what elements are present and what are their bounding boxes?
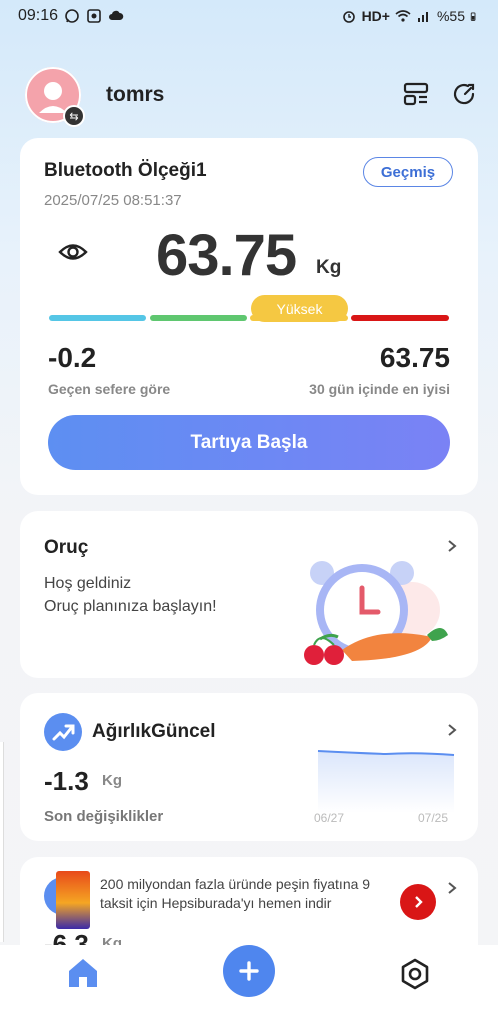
devices-icon[interactable] [402,80,430,108]
network-type: HD+ [361,8,390,24]
weight-value: 63.75 [156,223,297,288]
add-icon [239,961,259,981]
history-button[interactable]: Geçmiş [363,157,453,187]
battery-icon [470,12,476,21]
battery-level: %55 [436,8,465,24]
wifi-icon [395,10,411,22]
fasting-card[interactable]: Oruç Hoş geldiniz Oruç planınıza başlayı… [20,511,478,678]
weight-trend-card[interactable]: AğırlıkGüncel -1.3 Kg Son değişiklikler … [20,693,478,841]
chevron-right-icon [448,882,457,894]
trend-up-icon [44,713,82,751]
trend-title: AğırlıkGüncel [92,721,216,742]
change-label: Geçen sefere göre [48,381,171,397]
range-bar-normal [150,315,247,321]
trend-x-end: 07/25 [418,811,449,825]
weight-unit: Kg [316,257,342,278]
status-bar: 09:16 HD+ %55 [0,0,498,32]
change-value: -0.2 [48,342,97,373]
edge-panel-handle[interactable] [0,742,4,942]
ad-thumbnail [56,871,90,929]
ad-open-button[interactable] [400,884,436,920]
trend-change-value: -1.3 [44,766,89,796]
add-button[interactable] [223,945,275,997]
chevron-right-icon [448,540,457,552]
fasting-clock-illustration [304,561,448,665]
range-bar-low [49,315,146,321]
chevron-right-icon [415,896,423,908]
trend-unit: Kg [102,772,122,789]
best-label: 30 gün içinde en iyisi [309,381,450,397]
trend-subtitle: Son değişiklikler [44,808,164,825]
trend-sparkline [317,750,455,813]
scale-card: Bluetooth Ölçeği1 2025/07/25 08:51:37 Ge… [20,138,478,495]
scale-title: Bluetooth Ölçeği1 [44,160,207,181]
chevron-right-icon [448,724,457,736]
avatar[interactable]: ⇆ [25,67,85,127]
history-icon[interactable] [450,80,478,108]
range-bar-very-high [351,315,449,321]
trend-x-start: 06/27 [314,811,345,825]
whatsapp-icon [65,9,79,23]
ad-text: 200 milyondan fazla üründe peşin fiyatın… [100,876,371,911]
fasting-title: Oruç [44,537,89,558]
swap-icon[interactable]: ⇆ [63,105,85,127]
measurement-datetime: 2025/07/25 08:51:37 [44,192,182,209]
cloud-icon [109,10,124,20]
fasting-welcome: Hoş geldiniz [44,575,132,592]
fasting-prompt: Oruç planınıza başlayın! [44,598,217,615]
status-badge: Yüksek [251,295,348,322]
status-time: 09:16 [18,7,59,24]
signal-icon [417,12,428,22]
home-icon[interactable] [65,955,101,991]
best-value: 63.75 [379,342,450,373]
alarm-icon [342,11,355,23]
eye-icon[interactable] [58,238,88,266]
username: tomrs [106,83,165,106]
start-weighing-button[interactable]: Tartıya Başla [48,415,450,470]
screenshot-icon [87,9,101,23]
bottom-nav [0,945,498,1024]
settings-icon[interactable] [398,957,432,991]
